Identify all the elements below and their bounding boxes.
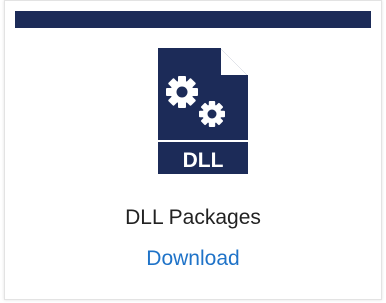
dll-file-icon: DLL xyxy=(158,48,248,174)
download-link[interactable]: Download xyxy=(5,247,381,271)
download-card: DLL DLL Packages Download xyxy=(4,0,382,300)
card-header-bar xyxy=(15,11,371,28)
card-title: DLL Packages xyxy=(125,206,261,229)
dll-badge-text: DLL xyxy=(183,149,224,172)
